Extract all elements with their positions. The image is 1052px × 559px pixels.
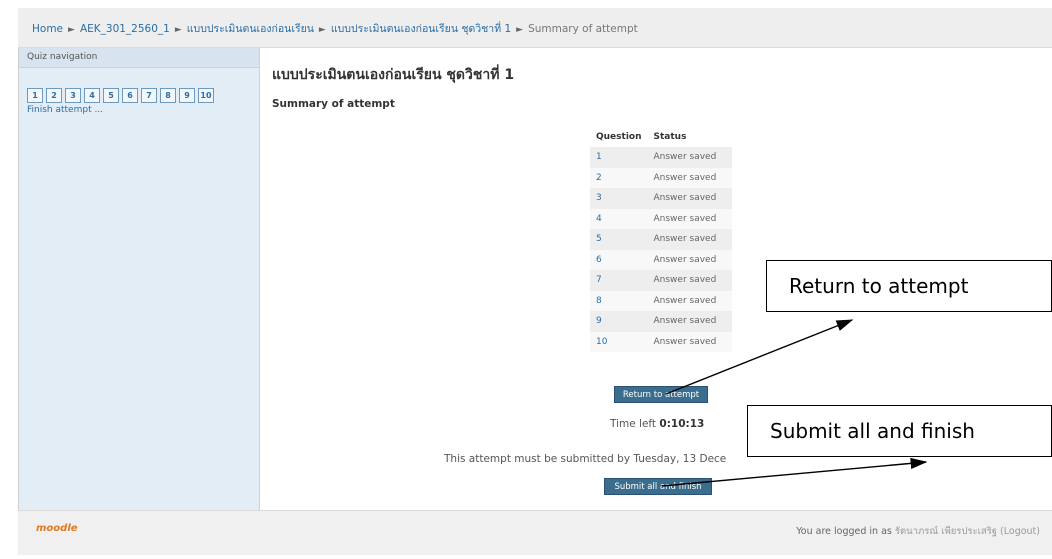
submit-arrow bbox=[661, 457, 928, 487]
return-arrow bbox=[665, 319, 854, 395]
callout-arrows bbox=[661, 319, 928, 487]
